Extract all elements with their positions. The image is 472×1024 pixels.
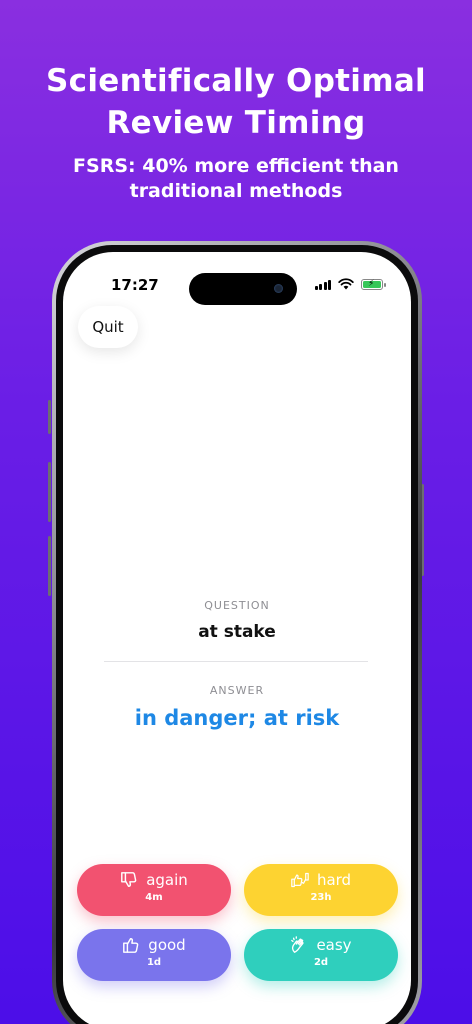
thumbs-mixed-icon [291, 872, 309, 888]
easy-label: easy [316, 936, 352, 954]
camera-icon [274, 284, 283, 293]
phone-frame: 17:27 ⚡ Quit QUESTION at stake ANSWER in… [52, 241, 422, 1024]
phone-screen: 17:27 ⚡ Quit QUESTION at stake ANSWER in… [63, 252, 411, 1024]
question-label: QUESTION [204, 599, 270, 612]
hard-label: hard [316, 871, 352, 889]
wifi-icon [338, 278, 354, 290]
promo-headline: Scientifically Optimal Review Timing [46, 63, 426, 141]
cellular-signal-icon [314, 279, 331, 290]
card-divider [104, 661, 368, 662]
promo-subline: FSRS: 40% more efficient than traditiona… [73, 155, 399, 202]
dynamic-island [189, 273, 297, 305]
thumbs-up-icon [123, 937, 139, 953]
hard-button[interactable]: hard 23h [244, 864, 398, 916]
charging-bolt-icon: ⚡ [368, 278, 375, 289]
phone-action-button [48, 400, 51, 434]
thumbs-down-icon [121, 872, 137, 888]
again-interval: 4m [145, 892, 163, 903]
phone-volume-up-button [48, 462, 51, 522]
easy-button[interactable]: easy 2d [244, 929, 398, 981]
good-label: good [148, 936, 186, 954]
battery-icon: ⚡ [361, 278, 386, 290]
hard-interval: 23h [310, 892, 332, 903]
status-icons: ⚡ [314, 278, 386, 290]
good-button[interactable]: good 1d [77, 929, 231, 981]
quit-button[interactable]: Quit [78, 306, 138, 348]
easy-interval: 2d [313, 957, 329, 968]
again-label: again [146, 871, 188, 889]
phone-bezel: 17:27 ⚡ Quit QUESTION at stake ANSWER in… [56, 245, 418, 1024]
again-button[interactable]: again 4m [77, 864, 231, 916]
status-time: 17:27 [111, 276, 159, 294]
phone-volume-down-button [48, 536, 51, 596]
clapping-hands-icon [291, 936, 305, 953]
good-interval: 1d [146, 957, 162, 968]
answer-label: ANSWER [209, 684, 265, 697]
question-text: at stake [198, 622, 276, 642]
answer-text: in danger; at risk [134, 706, 340, 730]
